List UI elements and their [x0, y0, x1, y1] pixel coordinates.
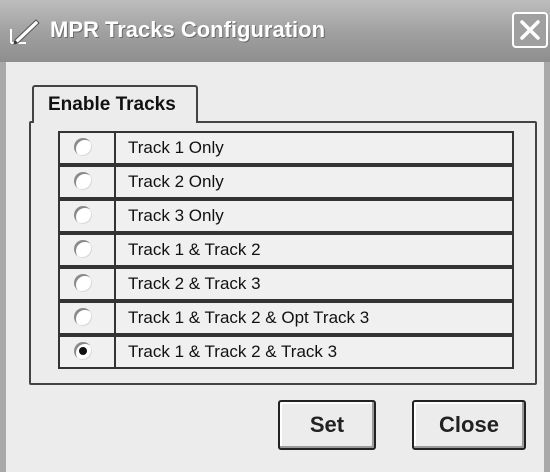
option-row[interactable]: Track 1 & Track 2 [58, 233, 514, 267]
option-row[interactable]: Track 3 Only [58, 199, 514, 233]
radio-cell [60, 337, 116, 367]
close-x-icon [520, 20, 540, 40]
tab-enable-tracks[interactable]: Enable Tracks [32, 85, 198, 123]
option-label: Track 1 & Track 2 & Opt Track 3 [128, 308, 370, 327]
radio-button[interactable] [74, 138, 92, 156]
set-button[interactable]: Set [278, 400, 376, 450]
option-row[interactable]: Track 2 & Track 3 [58, 267, 514, 301]
window-frame-left [0, 62, 6, 472]
dialog-window: MPR Tracks Configuration Enable Tracks T… [0, 0, 550, 472]
window-title: MPR Tracks Configuration [50, 17, 326, 42]
option-row[interactable]: Track 1 & Track 2 & Track 3 [58, 335, 514, 369]
radio-selected-dot [79, 347, 87, 355]
radio-button[interactable] [74, 240, 92, 258]
option-label: Track 3 Only [128, 206, 224, 225]
radio-cell [60, 201, 116, 231]
radio-button[interactable] [74, 342, 92, 360]
window-frame-right [544, 62, 550, 472]
option-label: Track 2 & Track 3 [128, 274, 261, 293]
option-row[interactable]: Track 1 & Track 2 & Opt Track 3 [58, 301, 514, 335]
radio-button[interactable] [74, 308, 92, 326]
option-label: Track 2 Only [128, 172, 224, 191]
option-label: Track 1 & Track 2 [128, 240, 261, 259]
radio-cell [60, 303, 116, 333]
close-button[interactable]: Close [412, 400, 526, 450]
option-label: Track 1 & Track 2 & Track 3 [128, 342, 338, 361]
radio-cell [60, 167, 116, 197]
edit-pencil-icon [8, 16, 42, 46]
option-row[interactable]: Track 1 Only [58, 131, 514, 165]
tab-label: Enable Tracks [48, 94, 176, 115]
option-row[interactable]: Track 2 Only [58, 165, 514, 199]
radio-button[interactable] [74, 274, 92, 292]
radio-cell [60, 133, 116, 163]
title-bar[interactable]: MPR Tracks Configuration [0, 0, 550, 62]
radio-cell [60, 235, 116, 265]
radio-cell [60, 269, 116, 299]
radio-button[interactable] [74, 206, 92, 224]
close-window-button[interactable] [512, 12, 548, 48]
option-label: Track 1 Only [128, 138, 224, 157]
radio-button[interactable] [74, 172, 92, 190]
